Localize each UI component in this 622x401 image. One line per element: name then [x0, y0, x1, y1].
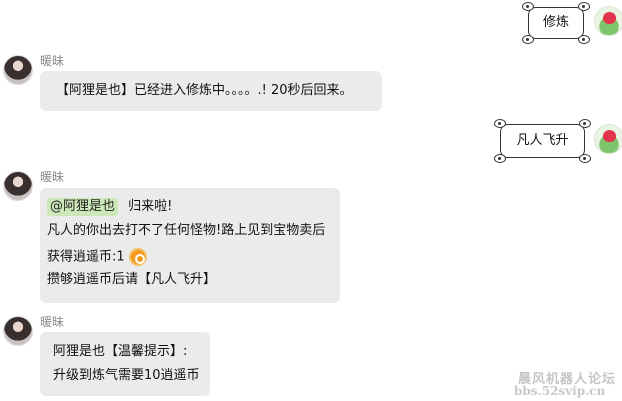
incoming-message-bubble[interactable]: @阿狸是也 归来啦! 凡人的你出去打不了任何怪物!路上见到宝物卖后 获得逍遥币:… [40, 188, 340, 303]
watermark-url: bbs.52svip.cn [514, 384, 606, 398]
avatar[interactable] [3, 55, 33, 85]
avatar[interactable] [594, 6, 622, 36]
message-text: 【阿狸是也】已经进入修炼中。。。。.! 20秒后回来。 [56, 83, 353, 98]
flower-avatar-image [603, 130, 616, 142]
bubble-corner-decoration [494, 154, 506, 163]
bubble-corner-decoration [579, 119, 591, 128]
flower-avatar-image [603, 12, 616, 24]
avatar[interactable] [3, 171, 33, 201]
bubble-corner-decoration [494, 119, 506, 128]
message-text: 获得逍遥币:1 [47, 249, 125, 265]
sender-name: 暖昧 [40, 315, 65, 329]
coin-icon [128, 248, 147, 266]
message-text: 凡人飞升 [516, 133, 569, 148]
bubble-corner-decoration [578, 2, 590, 11]
message-text: 升级到炼气需要10逍遥币 [53, 368, 200, 383]
message-text: 攒够逍遥币后请【凡人飞升】 [47, 272, 217, 287]
outgoing-message-bubble[interactable]: 修炼 [522, 2, 590, 44]
sender-name: 暖昧 [40, 170, 65, 184]
sender-name: 暖昧 [40, 54, 65, 68]
message-text: 归来啦! [128, 199, 173, 214]
bubble-corner-decoration [579, 154, 591, 163]
mention-tag[interactable]: @阿狸是也 [47, 198, 119, 216]
bubble-corner-decoration [522, 35, 534, 44]
incoming-message-bubble[interactable]: 【阿狸是也】已经进入修炼中。。。。.! 20秒后回来。 [40, 71, 382, 111]
bubble-corner-decoration [578, 35, 590, 44]
incoming-message-bubble[interactable]: 阿狸是也【温馨提示】: 升级到炼气需要10逍遥币 [40, 332, 210, 396]
message-text: 凡人的你出去打不了任何怪物!路上见到宝物卖后 [47, 223, 326, 238]
avatar[interactable] [3, 316, 33, 346]
message-text: 阿狸是也【温馨提示】: [53, 344, 188, 359]
outgoing-message-bubble[interactable]: 凡人飞升 [494, 119, 591, 163]
avatar[interactable] [594, 124, 622, 154]
bubble-corner-decoration [522, 2, 534, 11]
message-text: 修炼 [542, 15, 569, 30]
